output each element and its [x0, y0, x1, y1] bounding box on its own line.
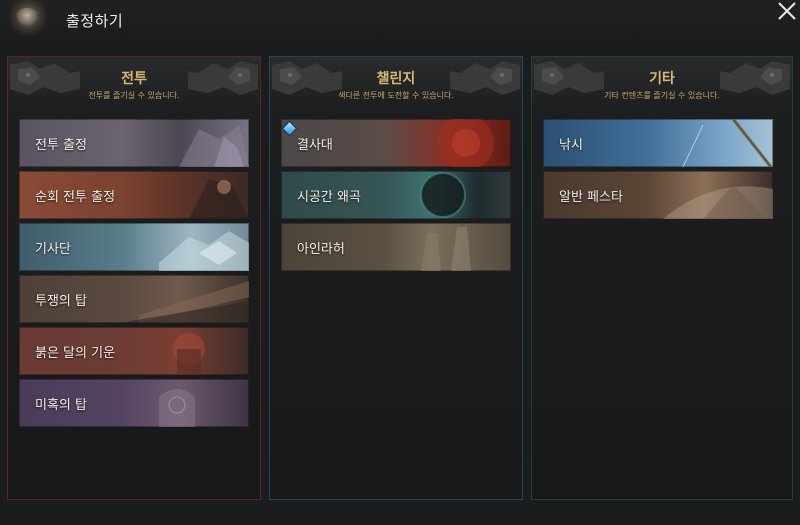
panel-header: 기타 기타 컨텐츠를 즐기실 수 있습니다.: [532, 57, 792, 109]
panel-header: 챌린지 색다른 전투에 도전할 수 있습니다.: [270, 57, 522, 109]
menu-item-label: 낚시: [559, 138, 583, 153]
knight-art-icon: [179, 125, 249, 167]
fishing-rod-art-icon: [682, 119, 773, 167]
menu-item-label: 기사단: [35, 242, 71, 257]
close-icon: [778, 2, 796, 20]
panel-title: 전투: [121, 71, 147, 87]
panel-battle: 전투 전투를 즐기실 수 있습니다. 전투 출정 순회 전투 출정 기사단 투쟁…: [7, 56, 261, 500]
warrior-art-icon: [189, 179, 249, 219]
menu-item-label: 순회 전투 출정: [35, 190, 116, 205]
panel-subtitle: 전투를 즐기실 수 있습니다.: [88, 91, 180, 100]
fire-portal-art-icon: [438, 119, 494, 167]
title-bar: 출정하기: [0, 0, 800, 40]
menu-item-red-moon[interactable]: 붉은 달의 기운: [19, 327, 249, 375]
menu-item-label: 미혹의 탑: [35, 398, 87, 413]
menu-item-label: 전투 출정: [35, 138, 87, 153]
menu-item-tower-of-temptation[interactable]: 미혹의 탑: [19, 379, 249, 427]
menu-item-battle-sortie[interactable]: 전투 출정: [19, 119, 249, 167]
menu-item-label: 알반 페스타: [559, 190, 623, 205]
menu-item-fishing[interactable]: 낚시: [543, 119, 773, 167]
menu-list: 낚시 알반 페스타: [543, 119, 773, 223]
ruins-art-icon: [421, 227, 471, 271]
circus-tent-art-icon: [663, 185, 773, 219]
menu-item-tower-of-struggle[interactable]: 투쟁의 탑: [19, 275, 249, 323]
menu-item-label: 투쟁의 탑: [35, 294, 87, 309]
menu-item-knight-order[interactable]: 기사단: [19, 223, 249, 271]
menu-item-patrol-sortie[interactable]: 순회 전투 출정: [19, 171, 249, 219]
close-button[interactable]: [774, 0, 800, 24]
menu-item-label: 아인라허: [297, 242, 345, 257]
stained-glass-art-icon: [159, 389, 195, 427]
window-title: 출정하기: [66, 12, 124, 30]
menu-list: 전투 출정 순회 전투 출정 기사단 투쟁의 탑 붉은 달의 기운 미혹의 탑: [19, 119, 249, 431]
red-moon-art-icon: [173, 333, 205, 375]
menu-list: 결사대 시공간 왜곡 아인라허: [281, 119, 511, 275]
panel-subtitle: 색다른 전투에 도전할 수 있습니다.: [338, 91, 454, 100]
menu-item-death-squad[interactable]: 결사대: [281, 119, 511, 167]
menu-item-ainrahe[interactable]: 아인라허: [281, 223, 511, 271]
panel-title: 기타: [649, 71, 675, 87]
panel-subtitle: 기타 컨텐츠를 즐기실 수 있습니다.: [604, 91, 720, 100]
menu-item-label: 붉은 달의 기운: [35, 346, 116, 361]
emblem-icon: [0, 0, 56, 38]
diamond-icon: [281, 120, 298, 137]
menu-item-spacetime-distortion[interactable]: 시공간 왜곡: [281, 171, 511, 219]
menu-item-label: 결사대: [297, 138, 333, 153]
ice-beast-art-icon: [159, 231, 249, 271]
panel-other: 기타 기타 컨텐츠를 즐기실 수 있습니다. 낚시 알반 페스타: [531, 56, 793, 500]
menu-item-alban-festa[interactable]: 알반 페스타: [543, 171, 773, 219]
panel-challenge: 챌린지 색다른 전투에 도전할 수 있습니다. 결사대 시공간 왜곡 아인라허: [269, 56, 523, 500]
tower-art-icon: [119, 281, 249, 323]
dark-sphere-art-icon: [420, 172, 466, 218]
panel-title: 챌린지: [376, 71, 416, 87]
menu-item-label: 시공간 왜곡: [297, 190, 361, 205]
panel-header: 전투 전투를 즐기실 수 있습니다.: [8, 57, 260, 109]
